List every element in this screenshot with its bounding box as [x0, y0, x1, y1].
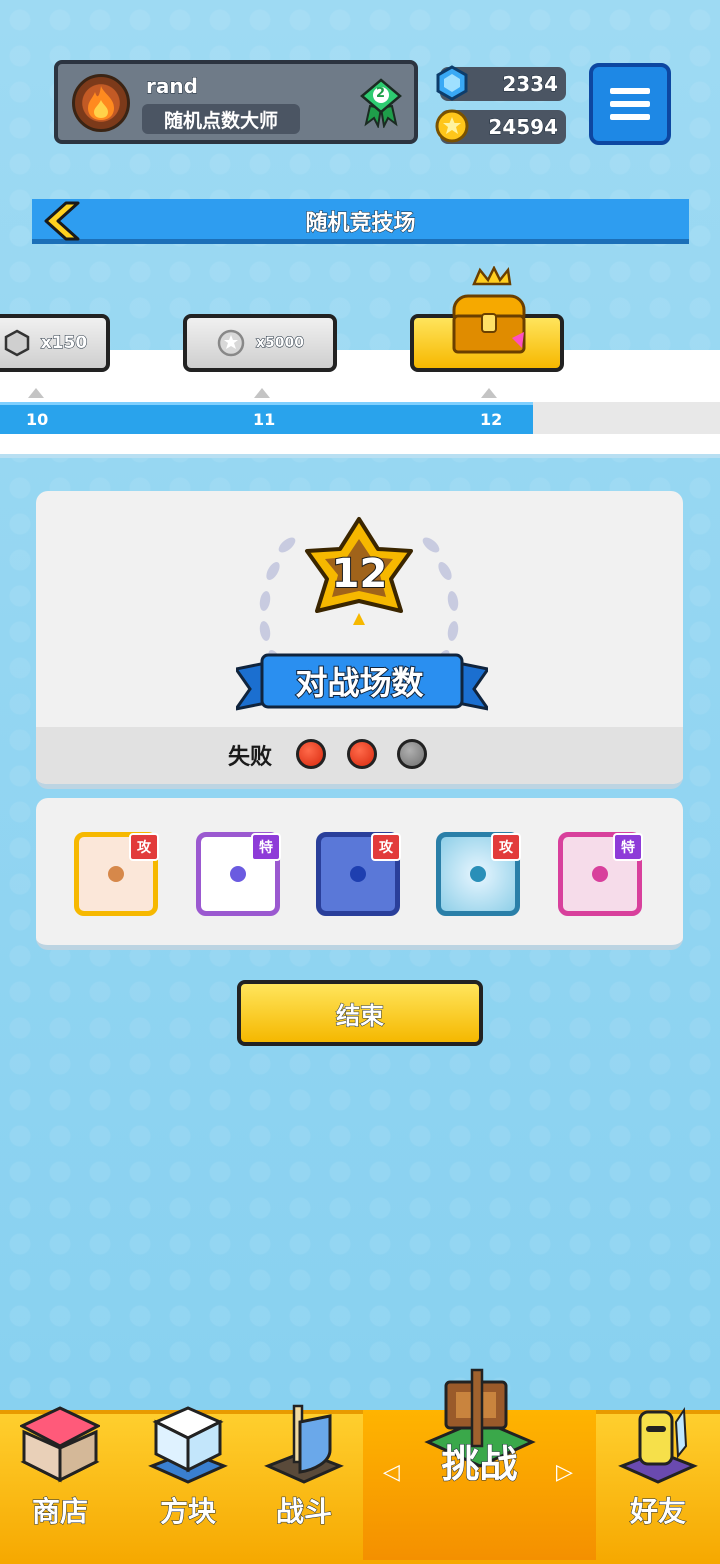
- hamburger-icon-bar: [610, 114, 650, 120]
- dice-slot-5[interactable]: 特: [558, 832, 643, 916]
- coin-count: 24594: [488, 115, 559, 140]
- coin-icon: [435, 109, 469, 143]
- coin-icon: [217, 329, 245, 357]
- tick-marker: [28, 388, 44, 398]
- loss-indicator-filled: [296, 739, 326, 769]
- shop-icon: [20, 1406, 100, 1483]
- dice-tag-attack: 攻: [491, 833, 521, 861]
- flame-icon: [88, 86, 114, 120]
- nav-battle[interactable]: 战斗: [244, 1396, 364, 1546]
- arena-title: 随机竞技场: [305, 211, 416, 237]
- gem-count: 2334: [502, 72, 559, 97]
- nav-challenge-label: 挑战: [441, 1442, 518, 1487]
- username: rand: [146, 74, 199, 99]
- dice-pip: [470, 866, 486, 882]
- tick-marker: [254, 388, 270, 398]
- dice-tag-attack: 攻: [371, 833, 401, 861]
- avatar[interactable]: [72, 74, 130, 132]
- nav-friends[interactable]: 好友: [598, 1396, 718, 1546]
- rank-badge[interactable]: 2: [358, 78, 404, 132]
- dice-slot-4[interactable]: 攻: [436, 832, 521, 916]
- gem-icon: [4, 329, 30, 357]
- nav-friends-label: 好友: [629, 1495, 686, 1529]
- dice-tag-special: 特: [251, 833, 281, 861]
- profile-card[interactable]: rand 随机点数大师 2: [54, 60, 418, 144]
- end-button-label: 结束: [336, 1001, 385, 1030]
- dice-tag-attack: 攻: [129, 833, 159, 861]
- tick-label-10: 10: [26, 410, 49, 429]
- hamburger-icon-bar: [610, 101, 650, 107]
- dice-pip: [350, 866, 366, 882]
- menu-button[interactable]: [589, 63, 671, 145]
- nav-prev-arrow-icon[interactable]: ◁: [383, 1460, 400, 1485]
- coin-counter[interactable]: 24594: [435, 109, 566, 144]
- battle-count: 12: [331, 550, 389, 598]
- nav-shop-label: 商店: [31, 1495, 88, 1529]
- dice-slot-2[interactable]: 特: [196, 832, 281, 916]
- nav-shop[interactable]: 商店: [0, 1396, 120, 1546]
- dice-pip: [230, 866, 246, 882]
- dice-tag-special: 特: [613, 833, 643, 861]
- reward-coins-label: x5000: [256, 335, 305, 352]
- dice-box-icon: [148, 1406, 228, 1484]
- arena-header: 随机竞技场: [32, 199, 689, 244]
- tick-marker: [481, 388, 497, 398]
- nav-next-arrow-icon[interactable]: ▷: [556, 1460, 573, 1485]
- friends-icon: [618, 1406, 698, 1484]
- treasure-chest-icon: [452, 266, 526, 354]
- battle-count-banner: 对战场数: [294, 663, 424, 703]
- hamburger-icon-bar: [610, 88, 650, 94]
- dice-slot-1[interactable]: 攻: [74, 832, 159, 916]
- gem-icon: [436, 65, 468, 101]
- nav-dice[interactable]: 方块: [128, 1396, 248, 1546]
- nav-battle-label: 战斗: [275, 1495, 332, 1529]
- shield-sword-icon: [264, 1404, 344, 1484]
- player-title: 随机点数大师: [142, 104, 300, 134]
- loss-indicator-empty: [397, 739, 427, 769]
- result-panel: 12 对战场数 失败: [36, 491, 683, 789]
- tick-label-11: 11: [253, 410, 276, 429]
- tick-label-12: 12: [480, 410, 503, 429]
- loss-indicator-filled: [347, 739, 377, 769]
- reward-coins[interactable]: x5000: [183, 314, 337, 372]
- gem-counter[interactable]: 2334: [436, 65, 566, 101]
- dice-pip: [592, 866, 608, 882]
- reward-gems[interactable]: x150: [0, 314, 110, 372]
- loss-label: 失败: [228, 745, 273, 770]
- dice-slot-3[interactable]: 攻: [316, 832, 401, 916]
- deck-panel: 攻 特 攻 攻 特: [36, 798, 683, 950]
- dice-pip: [108, 866, 124, 882]
- rank-level: 2: [376, 86, 386, 101]
- loss-row: 失败: [36, 727, 683, 784]
- nav-dice-label: 方块: [159, 1495, 216, 1529]
- reward-gems-label: x150: [40, 333, 88, 354]
- end-button[interactable]: 结束: [237, 980, 483, 1046]
